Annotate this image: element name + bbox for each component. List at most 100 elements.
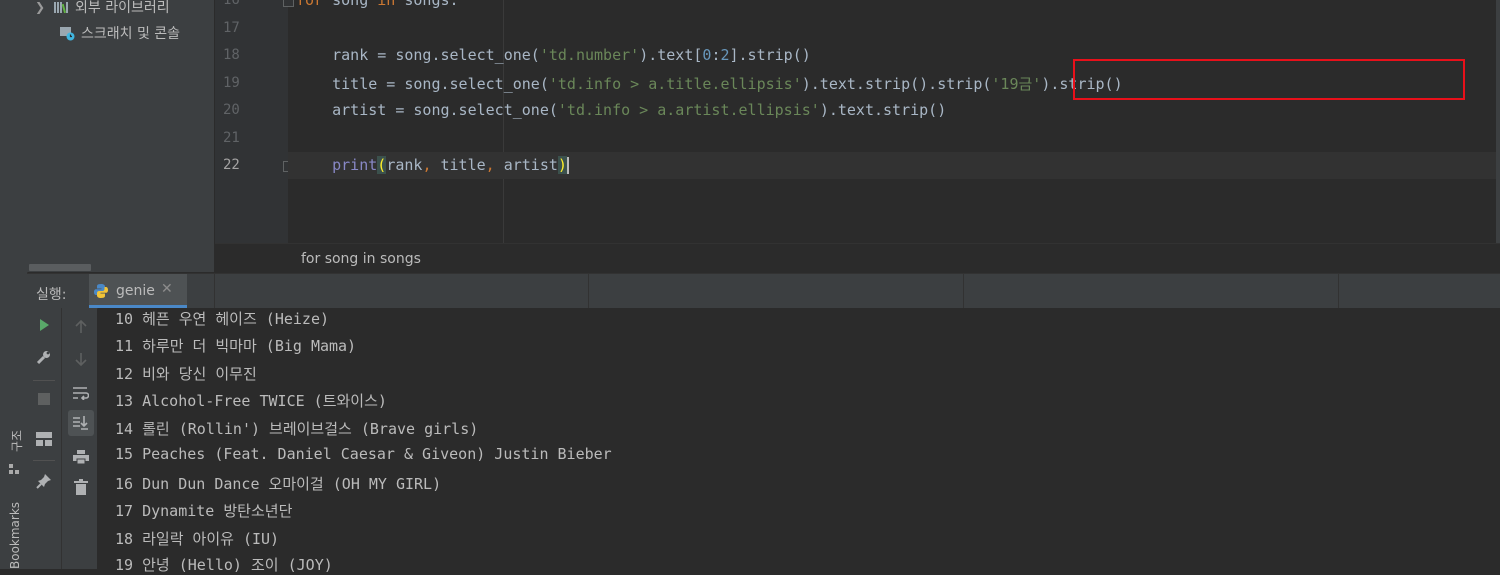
output-line: 19 안녕 (Hello) 조이 (JOY): [115, 556, 333, 574]
next-occurrence-button[interactable]: [68, 346, 94, 372]
layout-button[interactable]: [31, 426, 57, 452]
line-number: 17: [223, 20, 240, 36]
tree-item-label: 외부 라이브러리: [75, 0, 170, 16]
stop-icon: [38, 393, 50, 405]
left-tool-strip: 구조 Bookmarks: [0, 0, 28, 569]
comma: ,: [422, 156, 441, 174]
breadcrumb[interactable]: for song in songs: [215, 243, 1500, 273]
line-number: 18: [223, 47, 240, 63]
layout-icon: [36, 432, 52, 446]
output-line: 12 비와 당신 이무진: [115, 365, 257, 383]
close-icon[interactable]: ✕: [161, 281, 173, 297]
tree-item-scratches-consoles[interactable]: 스크래치 및 콘솔: [27, 22, 180, 44]
code-line-16: for song in songs:: [296, 0, 459, 9]
soft-wrap-button[interactable]: [68, 380, 94, 406]
line-number: 19: [223, 75, 240, 91]
trash-icon: [74, 479, 88, 495]
string-literal: 'td.info > a.title.ellipsis': [548, 75, 802, 93]
stop-button[interactable]: [31, 386, 57, 412]
editor-right-edge: [1496, 0, 1500, 243]
code-text: ).text.strip().strip(: [801, 75, 992, 93]
run-tab-label: genie: [116, 283, 155, 299]
tab-divider: [963, 274, 964, 308]
structure-label: 구조: [10, 429, 24, 452]
line-number: 20: [223, 102, 240, 118]
code-text: ].strip(): [729, 46, 811, 64]
editor-gutter: 16 17 18 19 20 21 22: [215, 0, 288, 243]
output-line: 15 Peaches (Feat. Daniel Caesar & Giveon…: [115, 445, 612, 463]
rerun-button[interactable]: [31, 312, 57, 338]
bookmarks-label: Bookmarks: [8, 501, 22, 569]
output-line: 14 롤린 (Rollin') 브레이브걸스 (Brave girls): [115, 420, 479, 438]
project-panel: ❯ 외부 라이브러리 스크래치 및 콘솔: [27, 0, 214, 272]
code-text: title: [440, 156, 486, 174]
code-line-20: artist = song.select_one('td.info > a.ar…: [296, 101, 946, 119]
matched-brace: (: [377, 156, 387, 174]
output-line: 18 라일락 아이유 (IU): [115, 530, 280, 548]
breadcrumb-item[interactable]: for song in songs: [301, 251, 421, 267]
scroll-to-end-icon: [73, 416, 88, 430]
arrow-down-icon: [75, 353, 87, 366]
code-text: ).text[: [639, 46, 703, 64]
string-literal: '19금': [991, 75, 1042, 93]
indent-guide: [503, 0, 504, 243]
chevron-right-icon[interactable]: ❯: [35, 0, 49, 14]
toolbar-column-divider: [61, 308, 62, 569]
output-line: 11 하루만 더 빅마마 (Big Mama): [115, 337, 357, 355]
print-icon: [73, 450, 89, 465]
output-line: 10 헤픈 우연 헤이즈 (Heize): [115, 310, 330, 328]
output-line: 17 Dynamite 방탄소년단: [115, 502, 293, 520]
settings-button[interactable]: [31, 344, 57, 370]
tab-divider: [1338, 274, 1339, 308]
matched-brace: ): [557, 156, 567, 174]
scroll-to-end-button[interactable]: [68, 410, 94, 436]
code-text: songs:: [395, 0, 459, 9]
run-icon: [40, 319, 49, 331]
keyword: in: [377, 0, 396, 9]
scrollbar-thumb[interactable]: [29, 264, 91, 271]
run-toolbar: [27, 308, 97, 569]
project-panel-scrollbar[interactable]: [27, 262, 214, 272]
run-tab-genie[interactable]: genie ✕: [89, 274, 187, 308]
line-number-current: 22: [223, 157, 240, 173]
tree-item-external-libraries[interactable]: ❯ 외부 라이브러리: [27, 0, 170, 18]
comma: ,: [485, 156, 504, 174]
print-button[interactable]: [68, 444, 94, 470]
toolbar-separator: [33, 380, 55, 381]
line-number: 21: [223, 130, 240, 146]
code-text: song: [323, 0, 378, 9]
python-icon: [94, 284, 108, 298]
structure-tool-button[interactable]: 구조: [0, 425, 27, 480]
tree-item-label: 스크래치 및 콘솔: [81, 26, 181, 42]
pin-tab-button[interactable]: [31, 468, 57, 494]
structure-icon: [9, 464, 19, 474]
run-panel-label: 실행:: [36, 287, 67, 303]
code-text: artist = song.select_one(: [296, 101, 558, 119]
tab-divider: [214, 274, 215, 308]
code-text: ).text.strip(): [819, 101, 947, 119]
number-literal: 2: [720, 46, 730, 64]
console-output[interactable]: 10 헤픈 우연 헤이즈 (Heize) 11 하루만 더 빅마마 (Big M…: [98, 308, 1500, 574]
code-text: title = song.select_one(: [296, 75, 549, 93]
code-line-18: rank = song.select_one('td.number').text…: [296, 46, 811, 64]
tab-divider: [588, 274, 589, 308]
clear-all-button[interactable]: [68, 474, 94, 500]
run-tab-bar: 실행: genie ✕: [27, 273, 1500, 309]
keyword: for: [296, 0, 324, 9]
code-text: artist: [503, 156, 558, 174]
toolbar-separator: [33, 460, 55, 461]
line-number: 16: [223, 0, 240, 8]
output-line: 16 Dun Dun Dance 오마이걸 (OH MY GIRL): [115, 475, 442, 493]
code-line-22: print(rank, title, artist): [296, 156, 569, 174]
builtin-function: print: [332, 156, 378, 174]
code-text: rank = song.select_one(: [296, 46, 540, 64]
code-editor[interactable]: 16 17 18 19 20 21 22 for song in songs: …: [215, 0, 1500, 243]
scratch-console-icon: [60, 27, 75, 41]
library-icon: [54, 2, 68, 14]
string-literal: 'td.number': [539, 46, 640, 64]
bookmarks-tool-button[interactable]: Bookmarks: [0, 495, 27, 569]
code-line-19: title = song.select_one('td.info > a.tit…: [296, 73, 1123, 94]
output-line: 13 Alcohol-Free TWICE (트와이스): [115, 392, 387, 410]
previous-occurrence-button[interactable]: [68, 314, 94, 340]
fold-marker-icon[interactable]: [283, 0, 294, 7]
